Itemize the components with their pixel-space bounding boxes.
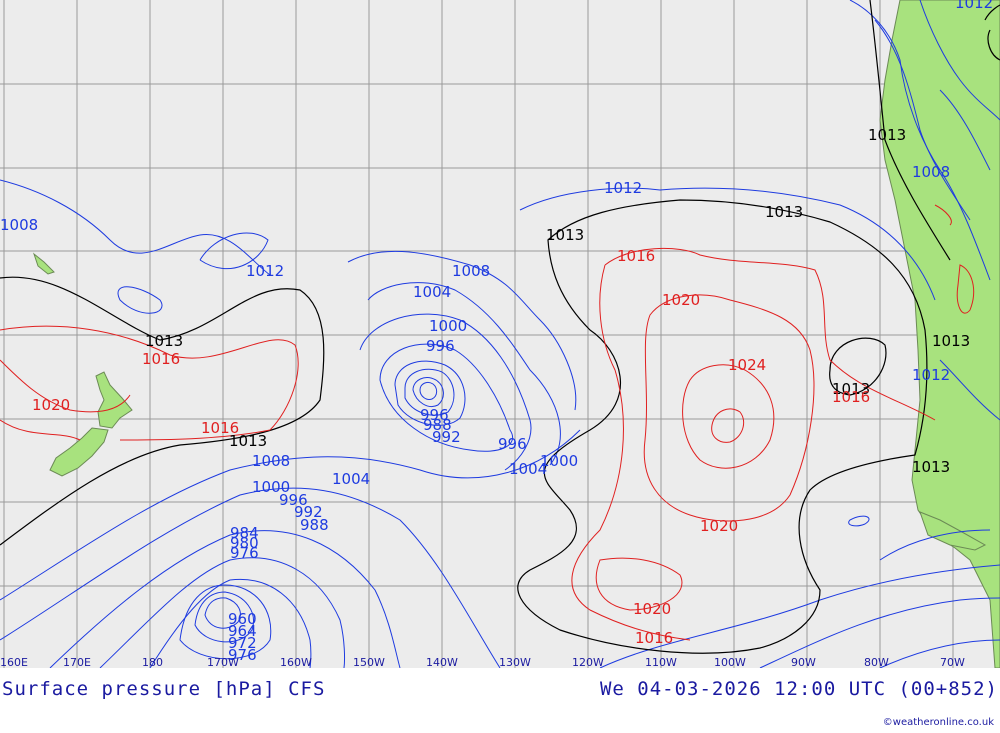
lon-label: 180 [142, 656, 163, 668]
label-blue-1008: 1008 [0, 216, 38, 234]
lon-label: 120W [572, 656, 604, 668]
lon-label: 170W [207, 656, 239, 668]
label-red-1020: 1020 [32, 396, 70, 414]
label-blue-996: 996 [498, 435, 527, 453]
label-blue-960: 960 [228, 610, 257, 628]
map-title: Surface pressure [hPa] CFS [2, 678, 326, 700]
label-blue-1008: 1008 [252, 452, 290, 470]
label-blue-1000: 1000 [540, 452, 578, 470]
label-black-1013: 1013 [145, 332, 183, 350]
label-blue-1000: 1000 [429, 317, 467, 335]
label-red-1016: 1016 [617, 247, 655, 265]
site-credit-link[interactable]: ©weatheronline.co.uk [883, 717, 994, 728]
label-black-1013: 1013 [868, 126, 906, 144]
lon-label: 160W [280, 656, 312, 668]
lon-label: 90W [791, 656, 816, 668]
lon-label: 160E [0, 656, 28, 668]
label-red-1020: 1020 [633, 600, 671, 618]
lon-label: 130W [499, 656, 531, 668]
label-black-1013: 1013 [912, 458, 950, 476]
label-blue-976: 976 [230, 544, 259, 562]
label-blue-1008: 1008 [912, 163, 950, 181]
map-canvas: 1013 1013 1013 1013 1013 1013 1013 1013 … [0, 0, 1000, 668]
label-blue-1008: 1008 [452, 262, 490, 280]
lon-label: 70W [940, 656, 965, 668]
label-black-1013: 1013 [546, 226, 584, 244]
label-black-1013: 1013 [765, 203, 803, 221]
label-blue-988: 988 [300, 516, 329, 534]
label-red-1020: 1020 [700, 517, 738, 535]
lon-label: 80W [864, 656, 889, 668]
label-red-1020: 1020 [662, 291, 700, 309]
label-blue-1012: 1012 [955, 0, 993, 12]
label-blue-1004: 1004 [413, 283, 451, 301]
label-red-1016: 1016 [142, 350, 180, 368]
isobar-labels: 1013 1013 1013 1013 1013 1013 1013 1013 … [0, 0, 993, 664]
label-red-1016: 1016 [201, 419, 239, 437]
forecast-time: We 04-03-2026 12:00 UTC (00+852) [599, 678, 998, 700]
pressure-map: 1013 1013 1013 1013 1013 1013 1013 1013 … [0, 0, 1000, 668]
label-blue-1004: 1004 [332, 470, 370, 488]
label-red-1024: 1024 [728, 356, 766, 374]
label-red-1016: 1016 [635, 629, 673, 647]
new-caledonia [32, 252, 55, 275]
label-blue-1012: 1012 [246, 262, 284, 280]
longitude-labels: 160E 170E 180 170W 160W 150W 140W 130W 1… [0, 656, 965, 668]
lon-label: 110W [645, 656, 677, 668]
label-blue-1012: 1012 [912, 366, 950, 384]
lon-label: 150W [353, 656, 385, 668]
map-footer: Surface pressure [hPa] CFS We 04-03-2026… [0, 668, 1000, 733]
lon-label: 140W [426, 656, 458, 668]
label-black-1013: 1013 [932, 332, 970, 350]
label-blue-1012: 1012 [604, 179, 642, 197]
label-blue-996: 996 [426, 337, 455, 355]
label-red-1016: 1016 [832, 388, 870, 406]
lon-label: 170E [63, 656, 91, 668]
label-blue-988: 988 [423, 416, 452, 434]
lon-label: 100W [714, 656, 746, 668]
